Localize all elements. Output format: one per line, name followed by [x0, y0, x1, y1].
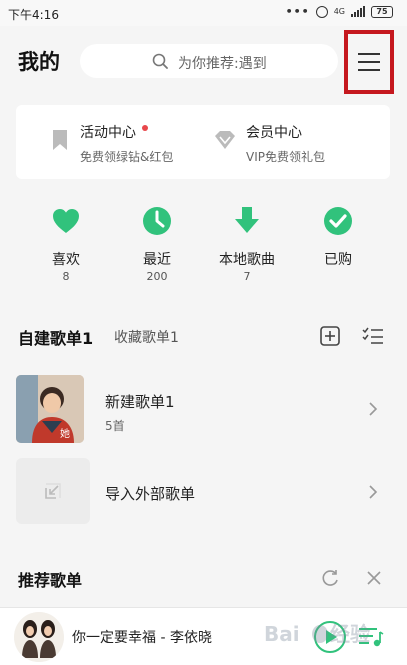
page-title: 我的: [18, 50, 60, 74]
bookmark-icon: [53, 130, 67, 150]
svg-text:她: 她: [60, 427, 70, 440]
check-circle-icon: [324, 207, 352, 235]
screen: 下午4:16 ••• 4G 75 我的 为你推荐:遇到 活动中心 免费领绿钻&红…: [0, 0, 407, 665]
more-dots-icon: •••: [285, 5, 310, 18]
vip-center-subtitle: VIP免费领礼包: [246, 150, 325, 164]
status-bar: 下午4:16 ••• 4G 75: [0, 0, 407, 26]
tab-collected-playlists[interactable]: 收藏歌单1: [114, 327, 179, 347]
hamburger-menu-icon[interactable]: [357, 52, 381, 72]
now-playing-artwork[interactable]: [14, 612, 64, 662]
close-icon[interactable]: [366, 570, 382, 586]
vip-center-title: 会员中心: [246, 125, 302, 141]
quick-local-songs[interactable]: 本地歌曲 7: [207, 206, 287, 283]
red-dot-badge: [142, 125, 148, 131]
status-icons: ••• 4G 75: [286, 5, 393, 18]
clock-icon: [143, 207, 171, 235]
activity-center-title: 活动中心: [80, 122, 148, 142]
quick-like-count: 8: [62, 270, 70, 283]
cover-art-illustration: 她: [16, 375, 84, 443]
import-icon: [45, 483, 61, 499]
refresh-icon[interactable]: [320, 568, 340, 588]
quick-recent-count: 200: [146, 270, 168, 283]
quick-like-label: 喜欢: [52, 252, 80, 268]
manage-list-icon[interactable]: [362, 327, 384, 345]
import-playlist-label: 导入外部歌单: [105, 485, 196, 503]
playlist-row-import[interactable]: 导入外部歌单: [16, 458, 391, 528]
quick-local-songs-count: 7: [243, 270, 251, 283]
alarm-icon: [315, 5, 328, 18]
diamond-icon: [215, 131, 235, 149]
battery-icon: 75: [371, 5, 393, 18]
svg-text:Bai: Bai: [264, 622, 300, 646]
chevron-right-icon: [369, 485, 378, 499]
tab-self-built-playlists[interactable]: 自建歌单1: [18, 325, 93, 349]
download-arrow-icon: [235, 207, 259, 233]
status-time: 下午4:16: [8, 8, 59, 22]
playlist-song-count: 5首: [105, 419, 125, 433]
quick-like[interactable]: 喜欢 8: [26, 206, 106, 283]
promo-card: 活动中心 免费领绿钻&红包 会员中心 VIP免费领礼包: [16, 105, 390, 179]
activity-center-subtitle: 免费领绿钻&红包: [80, 150, 174, 164]
quick-purchased-label: 已购: [324, 252, 352, 268]
add-playlist-icon[interactable]: [320, 326, 340, 346]
quick-recent[interactable]: 最近 200: [117, 206, 197, 283]
search-icon: [152, 53, 168, 69]
album-art-illustration: [14, 612, 64, 662]
menu-highlight-box[interactable]: [344, 30, 394, 94]
recommend-section-title: 推荐歌单: [18, 571, 83, 590]
quick-purchased[interactable]: 已购: [298, 206, 378, 270]
chevron-right-icon: [369, 402, 378, 416]
signal-icon: [351, 6, 365, 17]
playlist-cover-image: 她: [16, 375, 84, 443]
search-placeholder: 为你推荐:遇到: [178, 56, 267, 72]
import-cover: [16, 458, 90, 524]
network-type: 4G: [333, 6, 345, 16]
playlist-name: 新建歌单1: [105, 393, 175, 411]
vip-center-entry[interactable]: 会员中心 VIP免费领礼包: [212, 105, 382, 179]
quick-local-songs-label: 本地歌曲: [219, 252, 275, 268]
quick-recent-label: 最近: [143, 252, 171, 268]
baidu-watermark-logo: Bai 经验: [264, 622, 370, 646]
activity-center-entry[interactable]: 活动中心 免费领绿钻&红包: [46, 105, 196, 179]
svg-text:经验: 经验: [330, 622, 370, 646]
search-bar[interactable]: 为你推荐:遇到: [80, 44, 338, 78]
playlist-row-new[interactable]: 她 新建歌单1 5首: [16, 375, 391, 445]
now-playing-title: 你一定要幸福 - 李依晓: [72, 630, 212, 646]
heart-icon: [53, 209, 79, 233]
